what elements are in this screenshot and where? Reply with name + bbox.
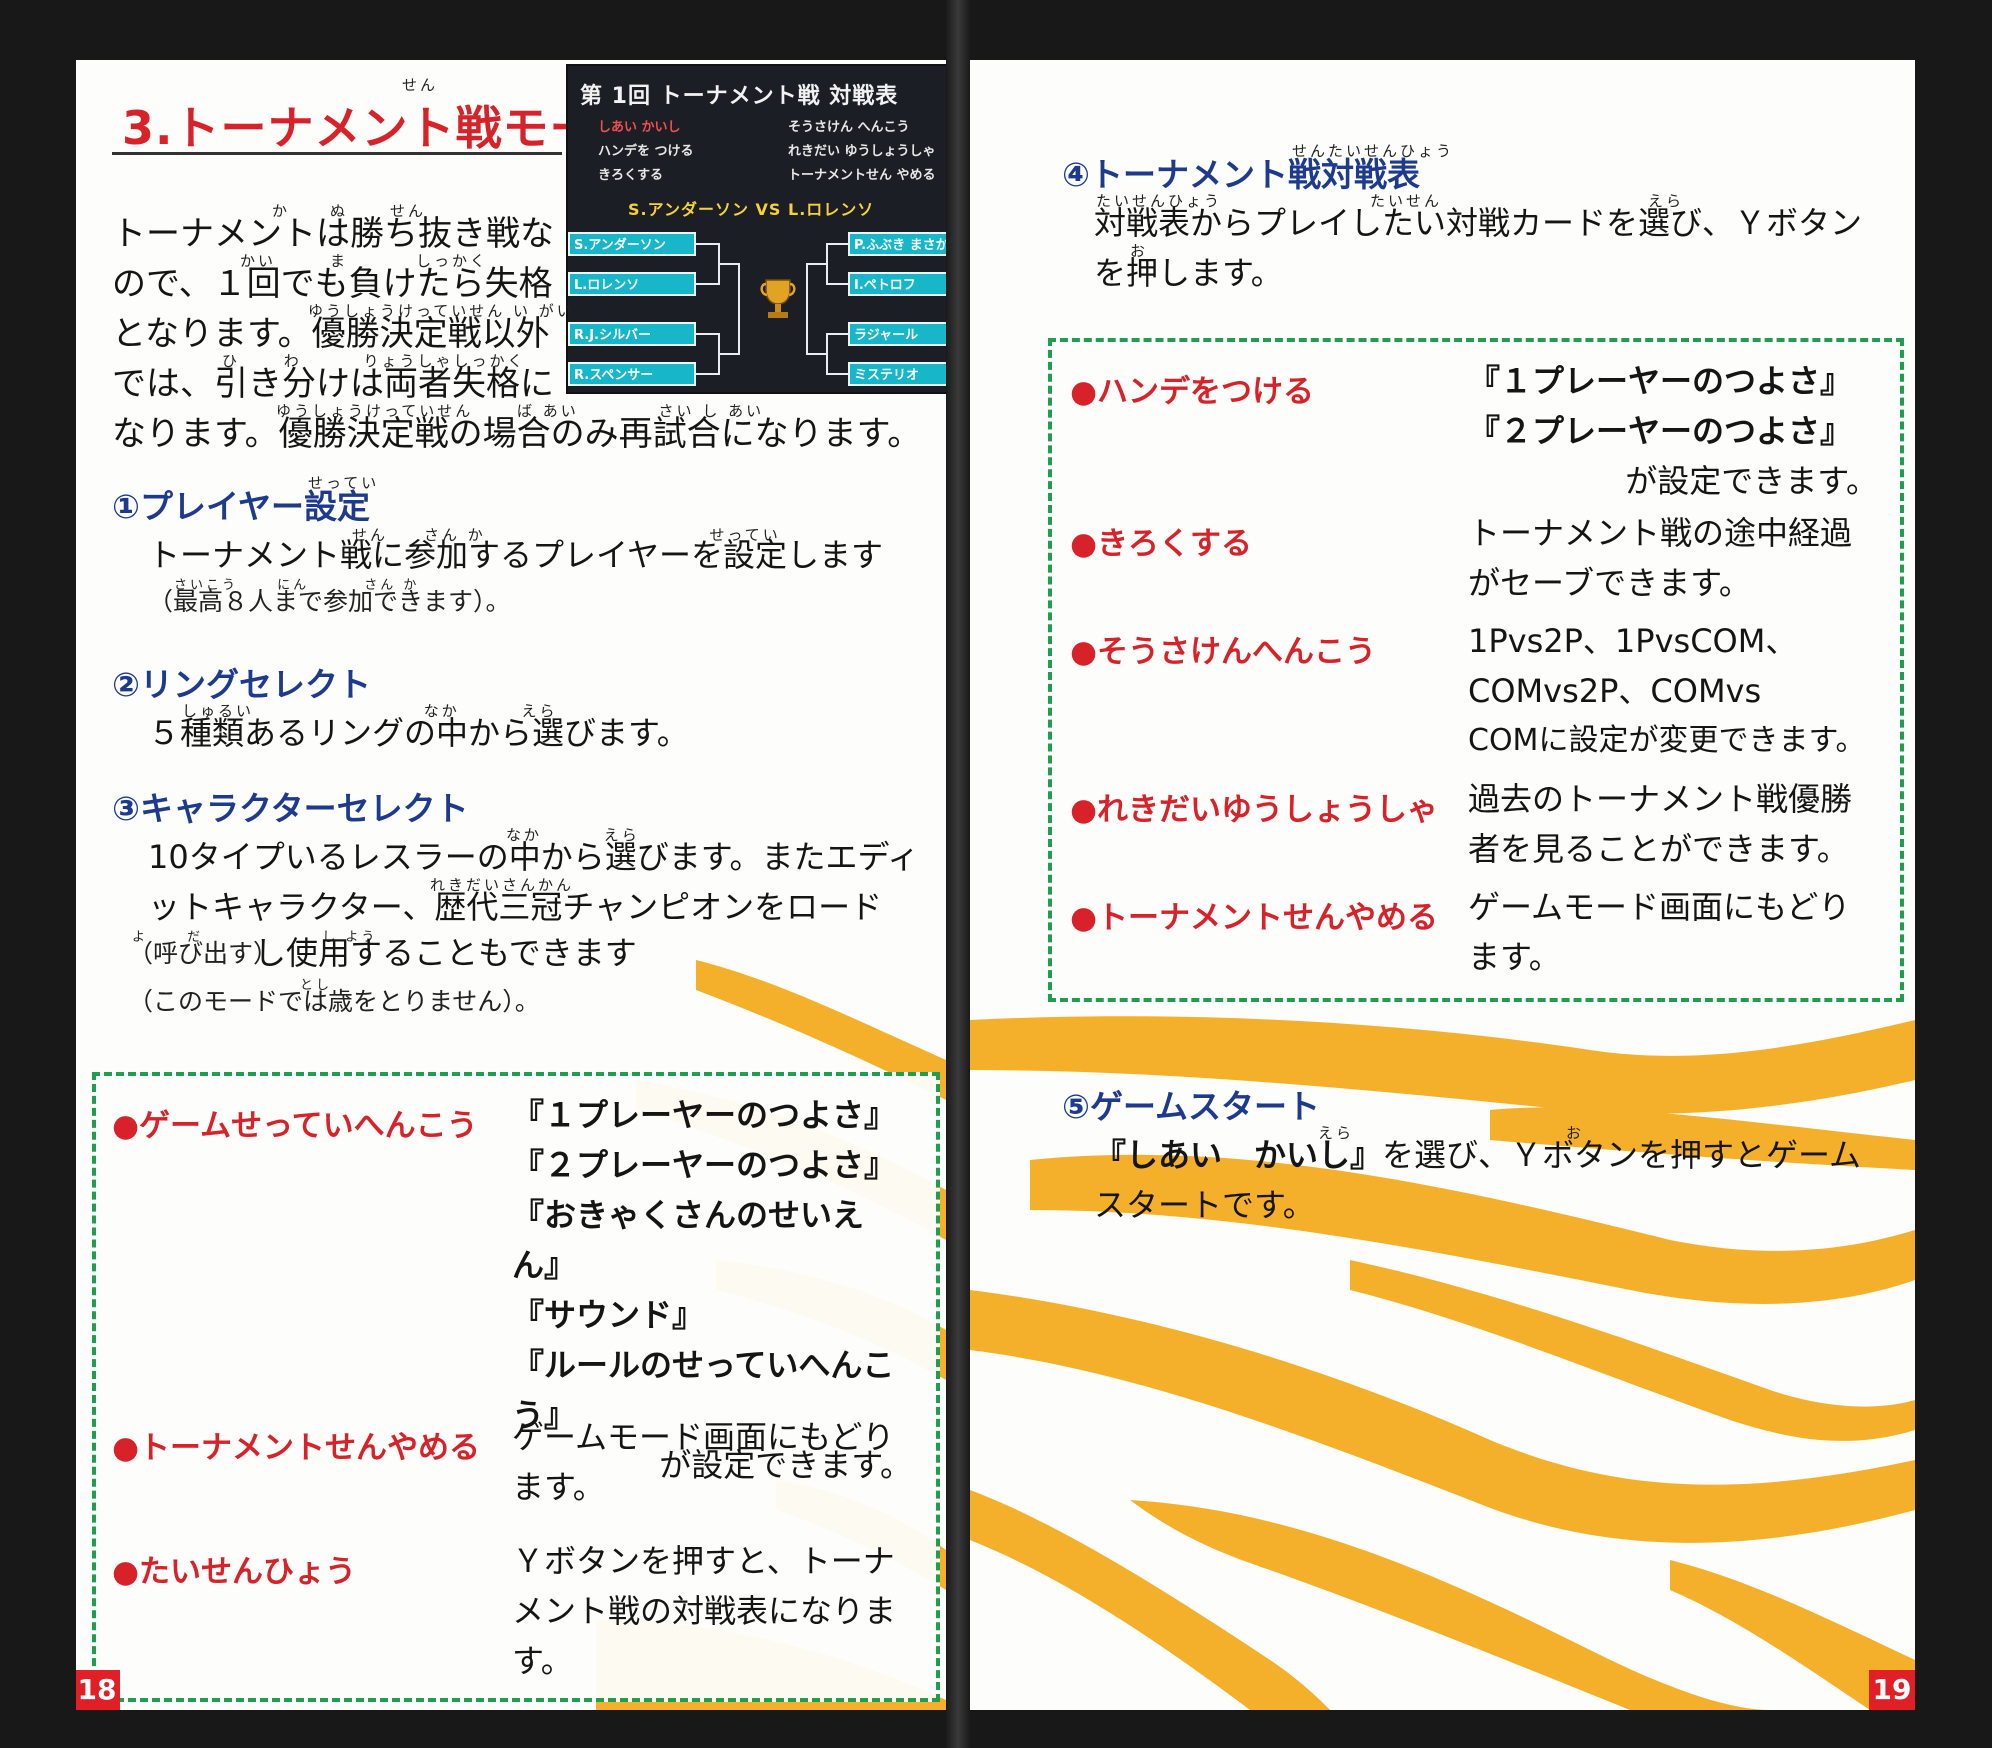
option-desc: Ｙボタンを押すと、トーナ メント戦の対戦表になりま す。: [512, 1536, 912, 1686]
screenshot-menu-item: しあい かいし: [598, 120, 681, 135]
option-line: ゲームモード画面にもどり: [512, 1418, 895, 1456]
item-note: （このモードでは歳をとりません）。: [128, 987, 540, 1016]
screenshot-match: S.アンダーソン VS L.ロレンソ: [628, 200, 875, 219]
option-label: ●ハンデをつける: [1070, 374, 1315, 410]
option-label: ●たいせんひょう: [112, 1554, 357, 1590]
left-page: 3.トーナメント戦モード せん 第 1回 トーナメント戦 対戦表 しあい かいし…: [76, 60, 946, 1710]
bracket-line: [738, 263, 740, 355]
bracket-line: [718, 263, 738, 265]
option-label: ●きろくする: [1070, 526, 1253, 562]
screenshot-menu-item: きろくする: [598, 168, 664, 183]
option-line: 『１プレーヤーのつよさ』: [512, 1096, 897, 1134]
bracket-slot: L.ロレンソ: [568, 272, 696, 296]
screenshot-menu-item: ハンデを つける: [598, 144, 694, 159]
option-label: ●れきだいゆうしょうしゃ: [1070, 792, 1439, 828]
option-line: COMに設定が変更できます。: [1468, 723, 1866, 758]
item-text: 『しあい かいし』を選び、Ｙボタンを押すとゲーム: [1094, 1130, 1861, 1180]
item-text: を押します。: [1094, 254, 1283, 292]
option-line: ます。: [1468, 938, 1561, 976]
option-desc: ゲームモード画面にもどり ます。: [1468, 882, 1878, 982]
page-number: 19: [1869, 1670, 1915, 1710]
item-text-rest: を選び、Ｙボタンを押すとゲーム: [1382, 1136, 1862, 1174]
item-note: （最高８人まで参加できます）。: [148, 587, 511, 616]
bracket-slot: R.スペンサー: [568, 362, 696, 386]
screenshot-menu-item: トーナメントせん やめる: [788, 168, 936, 183]
item-heading: ⑤ゲームスタート: [1062, 1087, 1320, 1126]
item-heading: ①プレイヤー設定: [112, 487, 370, 526]
option-line: Ｙボタンを押すと、トーナ: [512, 1542, 895, 1580]
bracket-line: [826, 333, 828, 375]
option-desc: 『１プレーヤーのつよさ』 『２プレーヤーのつよさ』 が設定できます。: [1468, 356, 1878, 506]
bracket-line: [826, 243, 848, 245]
option-line: が設定できます。: [1625, 462, 1878, 500]
options-box: ●ハンデをつける 『１プレーヤーのつよさ』 『２プレーヤーのつよさ』 が設定でき…: [1048, 338, 1904, 1002]
item-text: 対戦表からプレイしたい対戦カードを選び、Ｙボタン: [1094, 204, 1863, 242]
bracket-slot: R.J.シルバー: [568, 322, 696, 346]
option-line: 1Pvs2P、1PvsCOM、: [1468, 622, 1798, 660]
bracket-slot: P.ふぶき まさか: [848, 232, 946, 256]
option-label: ●そうさけんへんこう: [1070, 634, 1377, 670]
book-spine: [946, 0, 970, 1748]
item-heading: ④トーナメント戦対戦表: [1062, 155, 1420, 194]
item-text: ットキャラクター、歴代三冠チャンピオンをロード: [148, 888, 883, 926]
trophy-icon: [760, 279, 796, 318]
item-heading: ③キャラクターセレクト: [112, 789, 469, 828]
bracket-slot: ミステリオ: [848, 362, 946, 386]
page-number: 18: [76, 1670, 120, 1710]
item-text: スタートです。: [1094, 1186, 1315, 1224]
option-line: 『２プレーヤーのつよさ』: [1468, 412, 1853, 450]
item-quote: 『しあい かいし』: [1094, 1136, 1383, 1174]
bracket-slot: ラジャール: [848, 322, 946, 346]
item-text: ５種類あるリングの中から選びます。: [148, 714, 689, 752]
bracket-line: [826, 283, 848, 285]
option-desc: 過去のトーナメント戦優勝 者を見ることができます。: [1468, 774, 1878, 874]
option-line: 者を見ることができます。: [1468, 830, 1849, 868]
item-text: トーナメント戦に参加するプレイヤーを設定します: [148, 536, 884, 574]
option-desc: ゲームモード画面にもどり ます。: [512, 1412, 912, 1512]
option-line: 『１プレーヤーのつよさ』: [1468, 362, 1853, 400]
bracket-line: [696, 373, 718, 375]
option-desc: トーナメント戦の途中経過 がセーブできます。: [1468, 508, 1878, 608]
screenshot-menu-item: そうさけん へんこう: [788, 120, 910, 135]
bracket-line: [826, 243, 828, 285]
option-label: ●ゲームせっていへんこう: [112, 1108, 478, 1144]
tournament-bracket-screenshot: 第 1回 トーナメント戦 対戦表 しあい かいし ハンデを つける きろくする …: [566, 64, 946, 394]
bracket-line: [718, 353, 738, 355]
option-line: メント戦の対戦表になりま: [512, 1592, 897, 1630]
option-line: 『おきゃくさんのせいえん』: [512, 1196, 865, 1284]
screenshot-menu-item: れきだい ゆうしょうしゃ: [788, 144, 936, 159]
bracket-line: [696, 243, 718, 245]
intro-line: なります。優勝決定戦の場合のみ再試合になります。: [112, 414, 922, 454]
option-line: 『２プレーヤーのつよさ』: [512, 1146, 897, 1184]
bracket-line: [826, 373, 848, 375]
option-line: 『サウンド』: [512, 1296, 705, 1334]
bracket-line: [806, 263, 826, 265]
title-ruby: せん: [402, 76, 439, 94]
bracket-line: [696, 283, 718, 285]
bracket-slot: S.アンダーソン: [568, 232, 696, 256]
right-page: せんたいせんひょう ④トーナメント戦対戦表 たいせんひょう たいせん えら 対戦…: [970, 60, 1915, 1710]
option-line: トーナメント戦の途中経過: [1468, 514, 1853, 552]
option-line: す。: [512, 1642, 573, 1680]
option-line: ゲームモード画面にもどり: [1468, 888, 1851, 926]
options-box: ●ゲームせっていへんこう 『１プレーヤーのつよさ』 『２プレーヤーのつよさ』 『…: [92, 1072, 940, 1702]
option-line: COMvs2P、COMvs: [1468, 672, 1762, 710]
title-underline: [112, 152, 562, 155]
item-heading: ②リングセレクト: [112, 665, 371, 704]
item-text: し使用することもできます: [254, 934, 637, 972]
bracket-line: [806, 263, 808, 355]
bracket-slot: I.ペトロフ: [848, 272, 946, 296]
option-label: ●トーナメントせんやめる: [1070, 900, 1439, 936]
bracket-line: [806, 353, 826, 355]
option-label: ●トーナメントせんやめる: [112, 1430, 481, 1466]
option-desc: 1Pvs2P、1PvsCOM、 COMvs2P、COMvs COMに設定が変更で…: [1468, 616, 1878, 766]
bracket-line: [696, 333, 718, 335]
screenshot-title: 第 1回 トーナメント戦 対戦表: [580, 84, 899, 109]
option-line: 過去のトーナメント戦優勝: [1468, 780, 1853, 818]
option-line: がセーブできます。: [1468, 564, 1751, 602]
bracket-line: [826, 333, 848, 335]
option-line: ます。: [512, 1468, 605, 1506]
